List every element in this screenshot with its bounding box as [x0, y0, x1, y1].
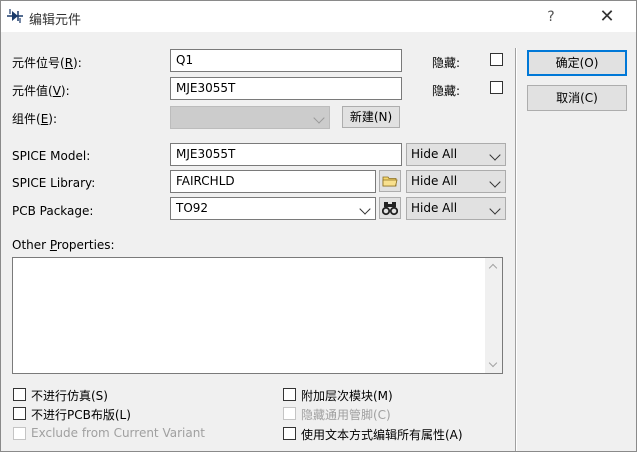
hide-common-pins-checkbox[interactable] — [283, 407, 296, 420]
pcb-package-label: PCB Package: — [12, 204, 94, 218]
chevron-down-icon — [313, 112, 325, 124]
pcb-package-visibility-value: Hide All — [411, 201, 458, 215]
spice-library-visibility-value: Hide All — [411, 174, 458, 188]
folder-icon — [382, 176, 398, 187]
exclude-pcb-label: 不进行PCB布版(L) — [31, 408, 131, 422]
exclude-simulation-label: 不进行仿真(S) — [31, 389, 108, 403]
scroll-down-icon[interactable] — [488, 358, 498, 368]
part-label: 组件(E): — [12, 112, 58, 126]
value-input[interactable]: MJE3055T — [170, 77, 402, 100]
edit-as-text-checkbox[interactable] — [283, 427, 296, 440]
vertical-scrollbar[interactable] — [485, 258, 502, 373]
binoculars-icon — [382, 202, 398, 216]
spice-model-visibility-value: Hide All — [411, 147, 458, 161]
hide-common-pins-label: 隐藏通用管脚(C) — [301, 408, 391, 422]
other-properties-label: Other Properties: — [12, 238, 115, 252]
exclude-variant-checkbox[interactable] — [13, 427, 26, 440]
help-button[interactable]: ? — [531, 5, 571, 29]
ok-button[interactable]: 确定(O) — [527, 50, 627, 76]
chevron-down-icon — [489, 203, 501, 215]
chevron-down-icon — [489, 176, 501, 188]
designator-label: 元件位号(R): — [12, 56, 82, 70]
edit-component-dialog: 编辑元件 ? ✕ 元件位号(R): Q1 隐藏: 元件值(V): MJE3055… — [0, 0, 637, 452]
component-icon — [7, 9, 23, 23]
value-hidden-checkbox[interactable] — [490, 81, 503, 94]
attach-hierarchy-label: 附加层次模块(M) — [301, 389, 393, 403]
title-bar: 编辑元件 ? ✕ — [1, 1, 636, 32]
spice-library-input[interactable]: FAIRCHLD — [170, 170, 376, 193]
value-hidden-label: 隐藏: — [432, 84, 461, 98]
spice-library-label: SPICE Library: — [12, 176, 96, 190]
designator-hidden-label: 隐藏: — [432, 56, 461, 70]
other-properties-textarea[interactable] — [12, 257, 503, 374]
exclude-pcb-checkbox[interactable] — [13, 407, 26, 420]
find-package-button[interactable] — [379, 197, 401, 219]
new-part-button[interactable]: 新建(N) — [342, 106, 400, 128]
part-select[interactable] — [170, 106, 330, 129]
spice-library-visibility-select[interactable]: Hide All — [406, 170, 506, 193]
pcb-package-value: TO92 — [176, 201, 209, 215]
close-button[interactable]: ✕ — [587, 5, 627, 29]
designator-input[interactable]: Q1 — [170, 49, 402, 72]
chevron-down-icon — [359, 203, 371, 215]
attach-hierarchy-checkbox[interactable] — [283, 388, 296, 401]
edit-as-text-label: 使用文本方式编辑所有属性(A) — [301, 428, 463, 442]
window-title: 编辑元件 — [29, 13, 82, 28]
spice-model-label: SPICE Model: — [12, 149, 91, 163]
vertical-divider-highlight — [516, 48, 517, 451]
value-label: 元件值(V): — [12, 84, 70, 98]
exclude-variant-label: Exclude from Current Variant — [31, 426, 206, 440]
spice-model-input[interactable]: MJE3055T — [170, 143, 402, 166]
designator-hidden-checkbox[interactable] — [490, 53, 503, 66]
spice-model-visibility-select[interactable]: Hide All — [406, 143, 506, 166]
browse-library-button[interactable] — [379, 170, 401, 192]
chevron-down-icon — [489, 149, 501, 161]
pcb-package-visibility-select[interactable]: Hide All — [406, 197, 506, 220]
cancel-button[interactable]: 取消(C) — [527, 85, 627, 111]
scroll-up-icon[interactable] — [488, 263, 498, 273]
pcb-package-combobox[interactable]: TO92 — [170, 197, 376, 220]
exclude-simulation-checkbox[interactable] — [13, 388, 26, 401]
